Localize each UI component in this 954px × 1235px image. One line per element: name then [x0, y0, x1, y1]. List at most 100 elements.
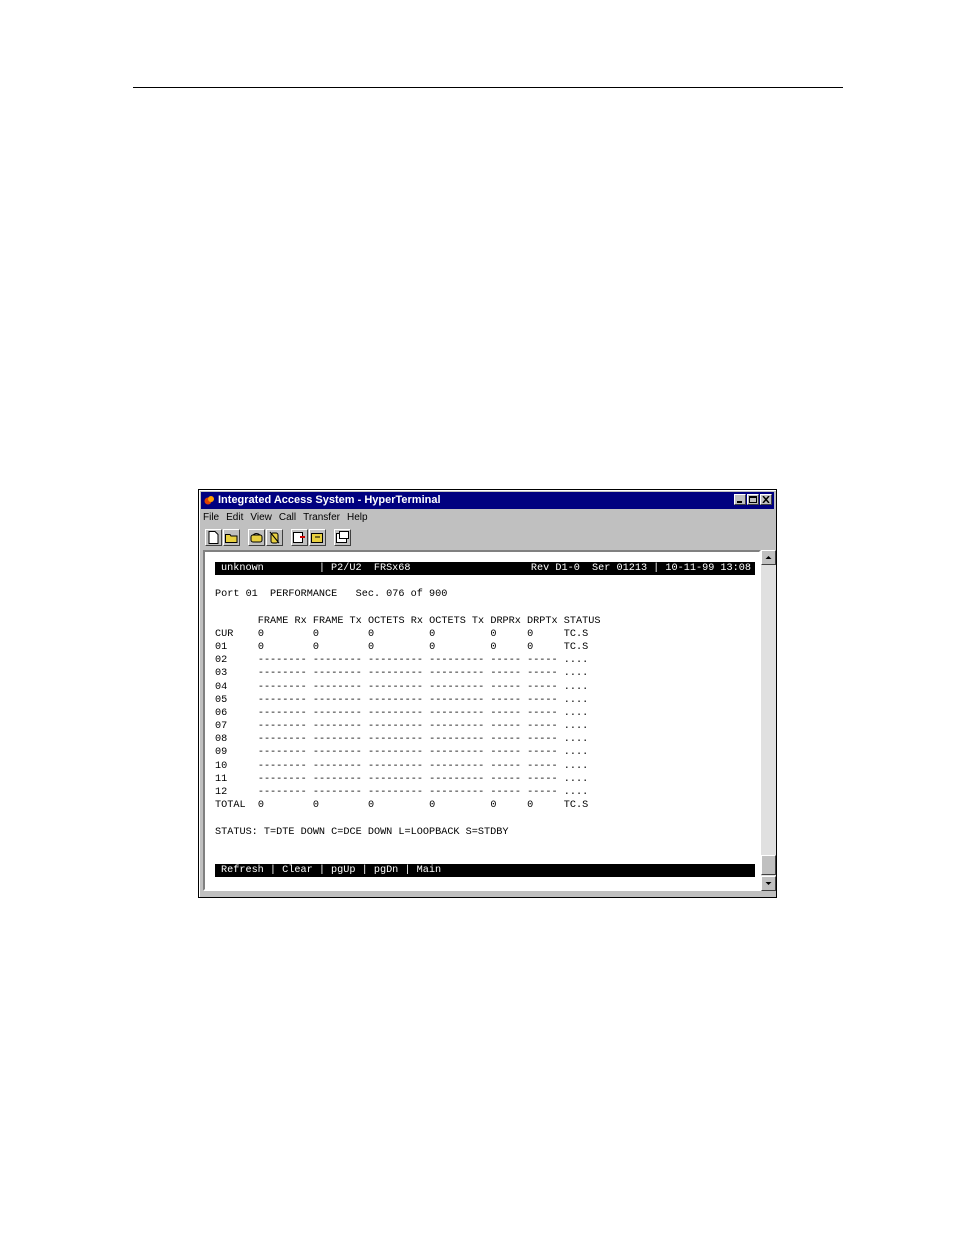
- row-label: CUR: [215, 628, 234, 640]
- table-cell: -----: [527, 734, 558, 746]
- table-cell: -----: [490, 787, 521, 798]
- connect-button[interactable]: [248, 528, 265, 546]
- minimize-icon: [737, 501, 742, 503]
- table-cell: ---------: [429, 668, 485, 680]
- table-row: 09 -------- -------- --------- --------- ----…: [215, 746, 755, 759]
- properties-button[interactable]: [334, 528, 351, 546]
- menu-bar: File Edit View Call Transfer Help: [203, 511, 368, 525]
- new-button[interactable]: [205, 528, 222, 546]
- table-row: 02 -------- -------- --------- --------- ----…: [215, 654, 755, 667]
- table-row: CUR 0 0 0 0 0 0 TC.S: [215, 628, 755, 641]
- table-cell: 0: [527, 800, 534, 812]
- table-cell: 0: [527, 628, 534, 640]
- table-cell: 0: [257, 800, 264, 812]
- menu-transfer[interactable]: Transfer: [303, 511, 340, 525]
- menu-edit[interactable]: Edit: [226, 511, 243, 525]
- table-cell: ---------: [429, 694, 485, 706]
- table-cell: -----: [490, 707, 521, 719]
- table-row: 03 -------- -------- --------- --------- ----…: [215, 667, 755, 680]
- close-button[interactable]: [760, 494, 772, 505]
- table-cell: -----: [527, 694, 558, 706]
- table-cell: -----: [527, 721, 558, 733]
- table-cell: ....: [563, 734, 589, 746]
- menu-call[interactable]: Call: [279, 511, 296, 525]
- status-right: Rev D1-0 Ser 01213 | 10-11-99 13:08: [530, 563, 751, 574]
- table-cell: -----: [527, 747, 558, 759]
- receive-icon: [311, 532, 323, 543]
- open-button[interactable]: [223, 528, 240, 546]
- scroll-thumb[interactable]: [761, 855, 776, 875]
- down-arrow-icon: [765, 882, 772, 885]
- menu-view[interactable]: View: [250, 511, 272, 525]
- column-header: DRPRx: [490, 615, 521, 627]
- table-cell: ---------: [367, 681, 424, 693]
- table-cell: ....: [563, 773, 589, 785]
- receive-button[interactable]: [309, 528, 326, 546]
- table-cell: ....: [563, 787, 589, 798]
- table-cell: -----: [527, 787, 558, 798]
- scroll-down-button[interactable]: [761, 876, 776, 891]
- scroll-up-button[interactable]: [761, 550, 776, 565]
- table-cell: --------: [312, 747, 362, 759]
- row-label: 08: [215, 734, 228, 746]
- row-label: 07: [215, 721, 228, 733]
- status-legend: STATUS: T=DTE DOWN C=DCE DOWN L=LOOPBACK…: [215, 826, 509, 838]
- menu-help[interactable]: Help: [347, 511, 368, 525]
- table-cell: --------: [257, 760, 307, 772]
- table-cell: ....: [563, 655, 589, 667]
- table-cell: --------: [257, 655, 307, 667]
- table-row: 12 -------- -------- --------- --------- ----…: [215, 786, 755, 799]
- column-header: DRPTx: [527, 615, 558, 627]
- table-cell: --------: [312, 655, 362, 667]
- table-cell: ---------: [367, 734, 424, 746]
- table-cell: ---------: [367, 668, 424, 680]
- table-row: 07 -------- -------- --------- --------- ----…: [215, 720, 755, 733]
- table-cell: 0: [367, 628, 375, 640]
- disconnect-icon: [269, 531, 280, 543]
- table-cell: 0: [490, 628, 497, 640]
- row-label: 11: [215, 773, 228, 785]
- window-title: Integrated Access System - HyperTerminal: [218, 494, 441, 506]
- table-cell: ---------: [429, 655, 485, 667]
- row-label: 12: [215, 787, 228, 798]
- table-cell: --------: [312, 734, 362, 746]
- table-cell: --------: [312, 787, 362, 798]
- table-cell: ---------: [367, 721, 424, 733]
- table-cell: -----: [527, 681, 558, 693]
- table-row: 06 -------- -------- --------- --------- ----…: [215, 707, 755, 720]
- vertical-scrollbar[interactable]: [761, 550, 776, 891]
- minimize-button[interactable]: [734, 494, 746, 505]
- table-cell: ---------: [429, 747, 485, 759]
- table-cell: --------: [312, 773, 362, 785]
- performance-heading: Port 01 PERFORMANCE Sec. 076 of 900: [215, 589, 448, 601]
- column-header: STATUS: [563, 615, 601, 627]
- app-icon: [204, 496, 214, 505]
- menu-file[interactable]: File: [203, 511, 219, 525]
- table-cell: --------: [257, 787, 307, 798]
- table-cell: ---------: [429, 681, 485, 693]
- properties-icon: [336, 531, 349, 543]
- table-cell: 0: [429, 641, 436, 653]
- send-button[interactable]: [291, 528, 308, 546]
- table-cell: --------: [257, 721, 307, 733]
- maximize-button[interactable]: [747, 494, 759, 505]
- table-cell: ....: [563, 747, 589, 759]
- table-cell: -----: [490, 681, 521, 693]
- table-cell: TC.S: [563, 641, 589, 653]
- close-icon: [762, 496, 770, 503]
- table-cell: --------: [257, 681, 307, 693]
- disconnect-button[interactable]: [266, 528, 283, 546]
- table-cell: -----: [490, 668, 521, 680]
- status-left: unknown | P2/U2 FRSx68: [221, 563, 411, 574]
- command-bar[interactable]: Refresh | Clear | pgUp | pgDn | Main: [215, 864, 755, 878]
- column-header: FRAME Tx: [312, 615, 362, 627]
- table-cell: ---------: [429, 773, 485, 785]
- row-label: 02: [215, 655, 228, 667]
- table-cell: ---------: [367, 707, 424, 719]
- terminal-area[interactable]: unknown | P2/U2 FRSx68 Rev D1-0 Ser 01213…: [203, 550, 761, 891]
- table-cell: --------: [257, 707, 307, 719]
- row-label: 01: [215, 641, 228, 653]
- title-bar[interactable]: Integrated Access System - HyperTerminal: [201, 492, 774, 509]
- table-cell: -----: [527, 655, 558, 667]
- column-header: FRAME Rx: [257, 615, 307, 627]
